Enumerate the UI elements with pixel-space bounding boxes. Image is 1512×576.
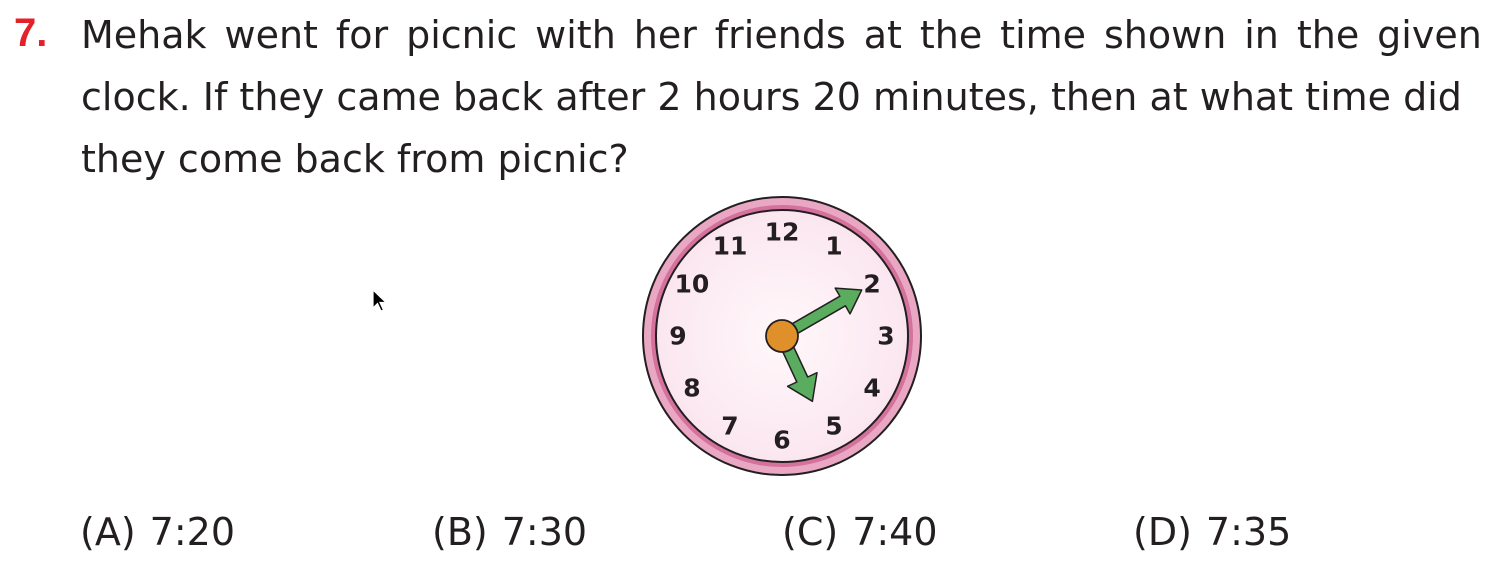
question-word: shown [1103,13,1227,57]
option-c[interactable]: (C) 7:40 [782,504,938,560]
mouse-cursor-icon [372,289,388,312]
option-d[interactable]: (D) 7:35 [1133,504,1291,560]
option-a[interactable]: (A) 7:20 [80,504,235,560]
question-word: given [1377,13,1482,57]
question-word: for [335,13,389,57]
option-c-label: (C) [782,510,839,554]
question-number: 7. [14,11,48,55]
option-d-value: 7:35 [1205,510,1292,554]
question-word: friends [714,13,846,57]
clock-numeral: 10 [675,270,710,299]
option-c-value: 7:40 [852,510,938,554]
option-a-value: 7:20 [149,510,235,554]
clock-numeral: 3 [877,322,894,351]
option-b[interactable]: (B) 7:30 [432,504,587,560]
option-a-label: (A) [80,510,136,554]
answer-options: (A) 7:20 (B) 7:30 (C) 7:40 (D) 7:35 [0,504,1512,560]
question-line-3: they come back from picnic? [81,137,629,181]
question-text: Mehak went for picnic with her friends at the tim… [81,4,1482,190]
clock-svg: 12 12 3 45 6 78 9 1011 [642,196,922,476]
question-word: at [863,13,902,57]
clock-center-pin [765,319,799,353]
clock-numeral: 6 [773,426,790,455]
option-b-label: (B) [432,510,488,554]
clock-numeral: 12 [765,218,800,247]
clock-numeral: 2 [863,270,880,299]
option-b-value: 7:30 [501,510,588,554]
clock-numeral: 5 [825,412,842,441]
question-word: picnic [406,13,518,57]
clock-numeral: 8 [683,374,700,403]
clock-numeral: 9 [669,322,686,351]
question-word: in [1244,13,1279,57]
question-word: the [919,13,983,57]
option-d-label: (D) [1133,510,1192,554]
question-line-1: Mehak went for picnic with her friends at the tim… [81,4,1482,66]
clock-numeral: 11 [713,231,748,260]
clock-numeral: 7 [721,412,738,441]
question-word: went [224,13,318,57]
clock-numeral: 1 [825,231,842,260]
question-word: her [633,13,697,57]
question-word: the [1296,13,1360,57]
question-word: with [535,13,616,57]
question-word: time [1000,13,1087,57]
question-word: Mehak [81,13,207,57]
question-line-2: clock. If they came back after 2 hours 2… [81,75,1462,119]
clock-figure: 12 1 2 3 4 5 6 7 8 9 10 11 [640,194,924,478]
clock-numeral: 4 [863,374,880,403]
